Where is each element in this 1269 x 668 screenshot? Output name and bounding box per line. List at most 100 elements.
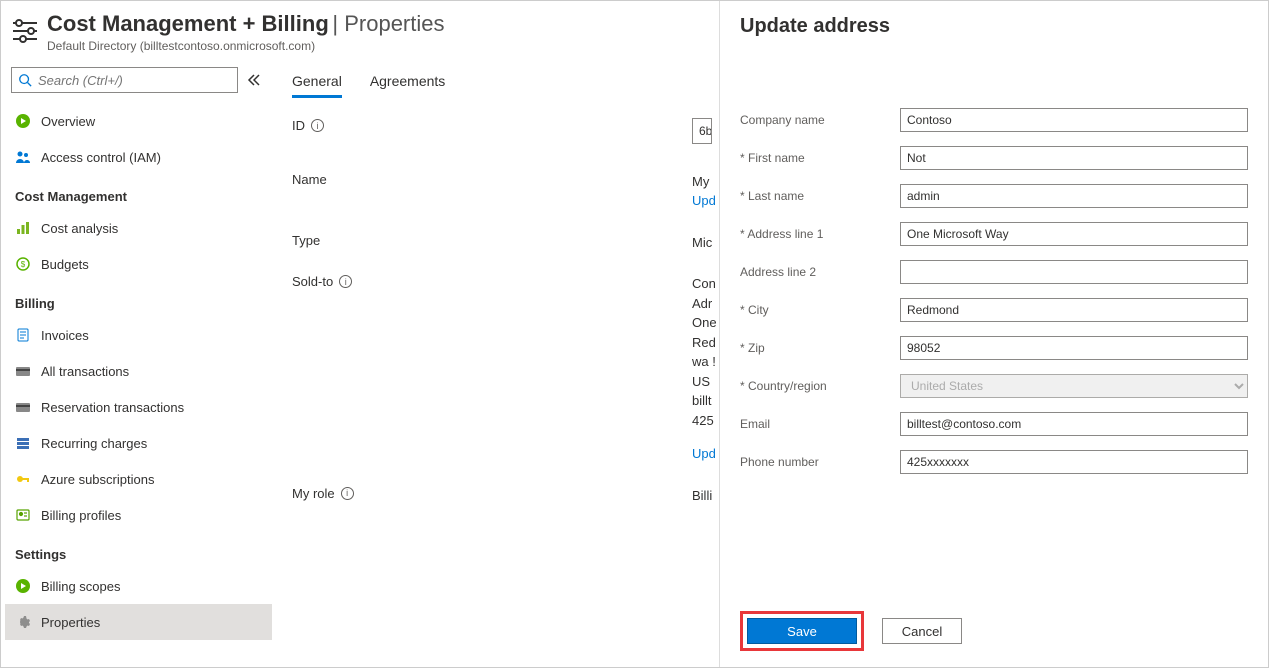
- sidebar-item-all-transactions[interactable]: All transactions: [5, 353, 272, 389]
- sidebar-item-label: Azure subscriptions: [41, 472, 154, 487]
- people-icon: [15, 149, 31, 165]
- input-company[interactable]: [900, 108, 1248, 132]
- sidebar-item-recurring-charges[interactable]: Recurring charges: [5, 425, 272, 461]
- field-label-zip: * Zip: [740, 341, 900, 355]
- panel-title: Update address: [720, 1, 1268, 48]
- sidebar-item-label: Budgets: [41, 257, 89, 272]
- doc-icon: [15, 327, 31, 343]
- search-field[interactable]: [38, 73, 231, 88]
- sidebar-item-label: Reservation transactions: [41, 400, 184, 415]
- sidebar-item-cost-analysis[interactable]: Cost analysis: [5, 210, 272, 246]
- sidebar-item-billing-profiles[interactable]: Billing profiles: [5, 497, 272, 533]
- link-update-name[interactable]: Upd: [692, 191, 716, 211]
- circle-play-icon: [15, 113, 31, 129]
- chevron-left-double-icon: [247, 73, 261, 87]
- label-myrole: My role: [292, 486, 335, 501]
- value-name: My: [692, 172, 716, 192]
- label-soldto: Sold-to: [292, 274, 333, 289]
- field-row-email: Email: [740, 412, 1248, 436]
- sidebar-item-label: Access control (IAM): [41, 150, 161, 165]
- collapse-sidebar-button[interactable]: [242, 68, 266, 92]
- tab-agreements[interactable]: Agreements: [370, 67, 445, 98]
- value-myrole: Billi: [692, 486, 712, 506]
- field-label-addr1: * Address line 1: [740, 227, 900, 241]
- group-billing: Billing: [5, 282, 272, 317]
- money-icon: $: [15, 256, 31, 272]
- value-id[interactable]: 6b: [692, 118, 712, 144]
- sidebar-item-label: Properties: [41, 615, 100, 630]
- key-icon: [15, 471, 31, 487]
- input-last_name[interactable]: [900, 184, 1248, 208]
- save-button-highlight: Save: [740, 611, 864, 651]
- svg-text:$: $: [21, 260, 26, 269]
- gear-icon: [15, 614, 31, 630]
- sidebar-item-reservation-transactions[interactable]: Reservation transactions: [5, 389, 272, 425]
- field-label-first_name: * First name: [740, 151, 900, 165]
- input-addr2[interactable]: [900, 260, 1248, 284]
- field-row-company: Company name: [740, 108, 1248, 132]
- sidebar-item-iam[interactable]: Access control (IAM): [5, 139, 272, 175]
- field-row-addr2: Address line 2: [740, 260, 1248, 284]
- field-row-city: * City: [740, 298, 1248, 322]
- search-icon: [18, 73, 32, 87]
- sidebar-item-invoices[interactable]: Invoices: [5, 317, 272, 353]
- sidebar-item-label: Invoices: [41, 328, 89, 343]
- save-button[interactable]: Save: [747, 618, 857, 644]
- label-id: ID: [292, 118, 305, 133]
- field-row-country: * Country/regionUnited States: [740, 374, 1248, 398]
- sidebar: Overview Access control (IAM) Cost Manage…: [1, 59, 276, 667]
- sidebar-item-label: All transactions: [41, 364, 129, 379]
- link-update-soldto[interactable]: Upd: [692, 444, 717, 464]
- sidebar-item-azure-subscriptions[interactable]: Azure subscriptions: [5, 461, 272, 497]
- field-label-phone: Phone number: [740, 455, 900, 469]
- rows-icon: [15, 435, 31, 451]
- sidebar-item-label: Recurring charges: [41, 436, 147, 451]
- sidebar-item-label: Cost analysis: [41, 221, 118, 236]
- profile-icon: [15, 507, 31, 523]
- update-address-panel: Update address Company name * First name *…: [719, 1, 1268, 667]
- input-zip[interactable]: [900, 336, 1248, 360]
- value-soldto: ConAdrOneRedwa !USbillt425: [692, 274, 717, 430]
- title-main: Cost Management + Billing: [47, 11, 329, 36]
- info-icon[interactable]: i: [339, 275, 352, 288]
- field-label-country: * Country/region: [740, 379, 900, 393]
- field-row-last_name: * Last name: [740, 184, 1248, 208]
- input-addr1[interactable]: [900, 222, 1248, 246]
- label-name: Name: [292, 172, 327, 187]
- info-icon[interactable]: i: [341, 487, 354, 500]
- label-type: Type: [292, 233, 320, 248]
- field-label-company: Company name: [740, 113, 900, 127]
- input-city[interactable]: [900, 298, 1248, 322]
- sidebar-item-budgets[interactable]: $ Budgets: [5, 246, 272, 282]
- card2-icon: [15, 399, 31, 415]
- search-input[interactable]: [11, 67, 238, 93]
- group-cost-management: Cost Management: [5, 175, 272, 210]
- tab-general[interactable]: General: [292, 67, 342, 98]
- chart-icon: [15, 220, 31, 236]
- input-country: United States: [900, 374, 1248, 398]
- sidebar-item-properties[interactable]: Properties: [5, 604, 272, 640]
- page-title: Cost Management + Billing | Properties: [47, 11, 445, 37]
- subtitle: Default Directory (billtestcontoso.onmic…: [47, 39, 445, 53]
- field-label-addr2: Address line 2: [740, 265, 900, 279]
- sidebar-item-billing-scopes[interactable]: Billing scopes: [5, 568, 272, 604]
- scope-icon: [15, 578, 31, 594]
- sidebar-item-label: Overview: [41, 114, 95, 129]
- title-section: Properties: [344, 11, 444, 36]
- sidebar-item-overview[interactable]: Overview: [5, 103, 272, 139]
- field-row-zip: * Zip: [740, 336, 1248, 360]
- field-label-email: Email: [740, 417, 900, 431]
- field-label-last_name: * Last name: [740, 189, 900, 203]
- input-first_name[interactable]: [900, 146, 1248, 170]
- input-phone[interactable]: [900, 450, 1248, 474]
- info-icon[interactable]: i: [311, 119, 324, 132]
- group-settings: Settings: [5, 533, 272, 568]
- field-row-first_name: * First name: [740, 146, 1248, 170]
- sidebar-item-label: Billing scopes: [41, 579, 121, 594]
- field-row-phone: Phone number: [740, 450, 1248, 474]
- detail-pane: General Agreements ID i 6b Name My Upd Ty…: [276, 59, 720, 667]
- settings-sliders-icon: [9, 15, 41, 47]
- input-email[interactable]: [900, 412, 1248, 436]
- cancel-button[interactable]: Cancel: [882, 618, 962, 644]
- field-row-addr1: * Address line 1: [740, 222, 1248, 246]
